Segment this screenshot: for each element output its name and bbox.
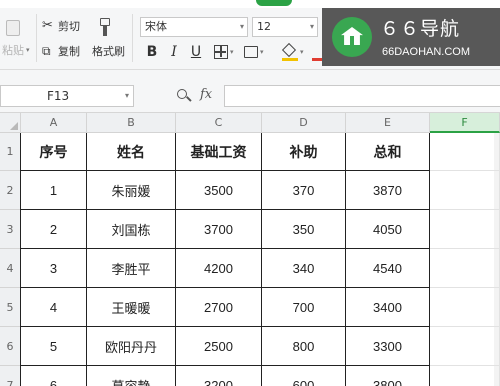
select-all-corner[interactable] — [0, 113, 21, 133]
spreadsheet-window: 粘贴 ▾ ✂ 剪切 ⧉ 复制 格式刷 宋体 ▾ 12 ▾ B I U ▾ ▾ ▾… — [0, 0, 500, 386]
table-cell[interactable]: 600 — [262, 366, 346, 386]
table-cell[interactable]: 3200 — [176, 366, 262, 386]
merge-cells-icon[interactable] — [244, 46, 258, 58]
row-header-4[interactable]: 4 — [0, 249, 21, 288]
table-cell[interactable]: 刘国栋 — [87, 210, 176, 249]
table-cell[interactable]: 370 — [262, 171, 346, 210]
table-header-cell[interactable]: 补助 — [262, 133, 346, 171]
table-header-cell[interactable]: 总和 — [346, 133, 430, 171]
table-cell[interactable]: 2700 — [176, 288, 262, 327]
row-header-1[interactable]: 1 — [0, 133, 21, 171]
divider — [132, 14, 133, 62]
table-cell[interactable]: 3 — [21, 249, 87, 288]
column-header-e[interactable]: E — [346, 113, 430, 133]
column-header-a[interactable]: A — [21, 113, 87, 133]
table-cell[interactable]: 4 — [21, 288, 87, 327]
spreadsheet-grid: A B C D E F 1 2 3 4 5 6 7 序号 姓名 基础工资 补助 总和 1 朱丽媛 3500 370 3870… — [0, 113, 500, 386]
name-box[interactable]: F13 ▾ — [0, 85, 134, 107]
table-cell[interactable]: 340 — [262, 249, 346, 288]
table-cell[interactable]: 3500 — [176, 171, 262, 210]
table-cell[interactable]: 1 — [21, 171, 87, 210]
formula-bar: F13 ▾ fx — [0, 70, 500, 113]
paste-icon — [6, 20, 20, 36]
chevron-down-icon: ▾ — [239, 22, 244, 31]
column-header-d[interactable]: D — [262, 113, 346, 133]
table-cell[interactable]: 3800 — [346, 366, 430, 386]
cut-button[interactable]: 剪切 — [58, 20, 80, 34]
table-header-cell[interactable]: 序号 — [21, 133, 87, 171]
site-watermark: ６６导航 66DAOHAN.COM — [322, 8, 500, 66]
table-cell[interactable]: 朱丽媛 — [87, 171, 176, 210]
column-header-c[interactable]: C — [176, 113, 262, 133]
font-size-select[interactable]: 12 ▾ — [252, 17, 318, 37]
table-cell[interactable]: 700 — [262, 288, 346, 327]
empty-cell[interactable] — [430, 288, 500, 327]
chevron-down-icon: ▾ — [124, 91, 129, 100]
table-cell[interactable]: 3870 — [346, 171, 430, 210]
row-header-5[interactable]: 5 — [0, 288, 21, 327]
table-cell[interactable]: 慕容静 — [87, 366, 176, 386]
tab-start[interactable] — [256, 0, 292, 6]
zoom-search-icon[interactable] — [176, 88, 192, 104]
border-icon[interactable] — [214, 45, 228, 59]
row-header-6[interactable]: 6 — [0, 327, 21, 366]
font-name-select[interactable]: 宋体 ▾ — [140, 17, 248, 37]
underline-button[interactable]: U — [188, 44, 204, 60]
empty-cell[interactable] — [430, 210, 500, 249]
bold-button[interactable]: B — [144, 44, 160, 60]
font-size-value: 12 — [257, 20, 271, 33]
fill-color-dropdown-icon[interactable]: ▾ — [300, 48, 304, 56]
merge-dropdown-icon[interactable]: ▾ — [260, 48, 264, 56]
format-painter-icon — [98, 18, 112, 36]
row-header-7[interactable]: 7 — [0, 366, 21, 386]
insert-function-button[interactable]: fx — [200, 87, 212, 102]
table-left-border — [20, 133, 21, 386]
table-header-cell[interactable]: 姓名 — [87, 133, 176, 171]
table-cell[interactable]: 3300 — [346, 327, 430, 366]
table-cell[interactable]: 2500 — [176, 327, 262, 366]
table-cell[interactable]: 4540 — [346, 249, 430, 288]
column-header-b[interactable]: B — [87, 113, 176, 133]
table-header-cell[interactable]: 基础工资 — [176, 133, 262, 171]
column-header-f[interactable]: F — [430, 113, 500, 133]
format-painter-button[interactable]: 格式刷 — [92, 45, 125, 59]
font-color-icon[interactable] — [312, 44, 322, 62]
table-cell[interactable]: 欧阳丹丹 — [87, 327, 176, 366]
paste-dropdown-icon[interactable]: ▾ — [26, 46, 30, 54]
copy-button[interactable]: 复制 — [58, 45, 80, 59]
table-cell[interactable]: 李胜平 — [87, 249, 176, 288]
font-name-value: 宋体 — [145, 20, 167, 33]
paste-button[interactable]: 粘贴 — [2, 44, 24, 58]
row-header-2[interactable]: 2 — [0, 171, 21, 210]
fill-color-icon[interactable] — [281, 42, 298, 62]
copy-icon: ⧉ — [42, 44, 51, 58]
table-cell[interactable]: 800 — [262, 327, 346, 366]
empty-cell[interactable] — [430, 249, 500, 288]
watermark-logo-icon — [332, 17, 372, 57]
table-cell[interactable]: 5 — [21, 327, 87, 366]
empty-cell[interactable] — [430, 366, 500, 386]
table-cell[interactable]: 4200 — [176, 249, 262, 288]
table-cell[interactable]: 6 — [21, 366, 87, 386]
chevron-down-icon: ▾ — [309, 22, 314, 31]
divider — [36, 14, 37, 62]
empty-cell[interactable] — [430, 327, 500, 366]
table-cell[interactable]: 王暖暖 — [87, 288, 176, 327]
menu-tab-strip — [0, 0, 500, 8]
watermark-title: ６６导航 — [380, 18, 461, 40]
table-cell[interactable]: 4050 — [346, 210, 430, 249]
table-cell[interactable]: 3700 — [176, 210, 262, 249]
table-cell[interactable]: 3400 — [346, 288, 430, 327]
empty-cell[interactable] — [430, 133, 500, 171]
formula-input[interactable] — [224, 85, 500, 107]
table-cell[interactable]: 350 — [262, 210, 346, 249]
name-box-value: F13 — [47, 89, 70, 103]
table-cell[interactable]: 2 — [21, 210, 87, 249]
italic-button[interactable]: I — [166, 44, 182, 60]
border-dropdown-icon[interactable]: ▾ — [230, 48, 234, 56]
row-header-3[interactable]: 3 — [0, 210, 21, 249]
watermark-subtitle: 66DAOHAN.COM — [382, 46, 471, 58]
empty-cell[interactable] — [430, 171, 500, 210]
scissors-icon: ✂ — [42, 18, 53, 33]
